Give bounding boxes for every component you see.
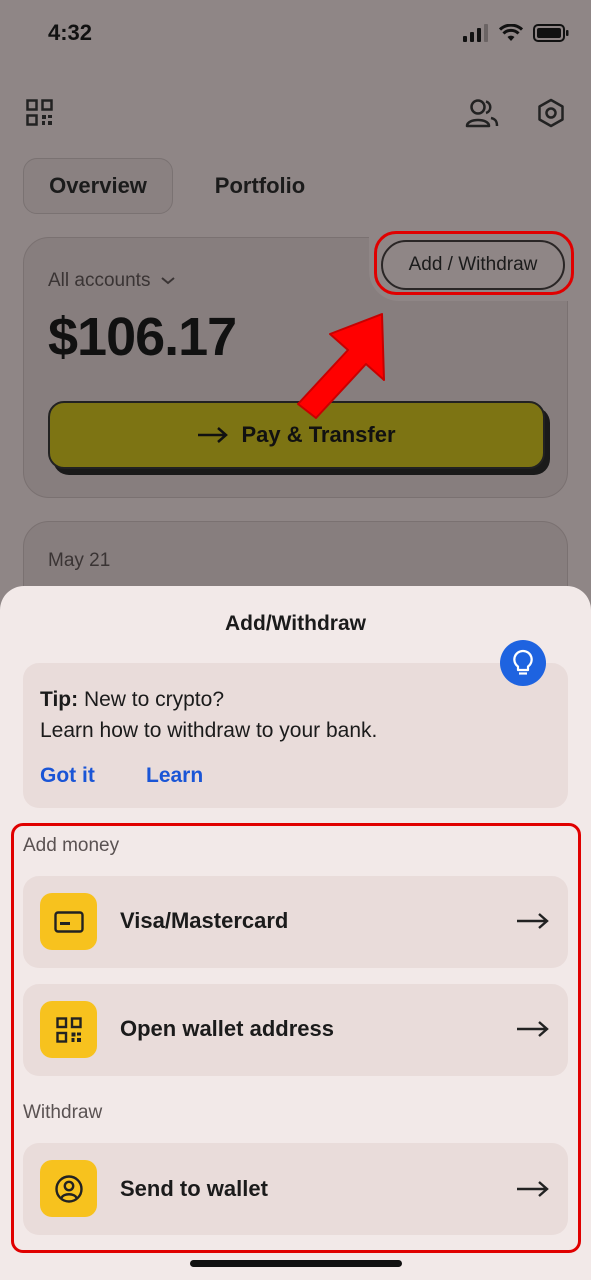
got-it-link[interactable]: Got it	[40, 764, 95, 788]
gear-icon	[538, 98, 564, 128]
pointer-arrow-icon	[297, 313, 385, 419]
tab-overview[interactable]: Overview	[23, 158, 173, 214]
highlight-box	[374, 231, 574, 295]
status-icons	[463, 24, 569, 42]
chevron-down-icon	[161, 277, 176, 285]
qr-icon	[26, 99, 53, 126]
signal-icon	[463, 24, 488, 42]
settings-button[interactable]	[537, 98, 565, 128]
accounts-label: All accounts	[48, 270, 151, 291]
qr-scan-button[interactable]	[26, 99, 53, 126]
activity-date: May 21	[48, 550, 111, 571]
lightbulb-icon	[513, 649, 533, 675]
tip-text: Tip: New to crypto? Learn how to withdra…	[40, 684, 377, 746]
tip-line1: New to crypto?	[78, 688, 225, 711]
sheet-title: Add/Withdraw	[225, 612, 366, 635]
highlight-box	[11, 823, 581, 1253]
contacts-button[interactable]	[465, 98, 499, 128]
tab-portfolio[interactable]: Portfolio	[190, 158, 330, 214]
people-icon	[465, 99, 499, 128]
lightbulb-badge	[500, 640, 546, 686]
battery-icon	[533, 24, 569, 42]
accounts-selector[interactable]: All accounts	[48, 270, 176, 292]
home-indicator	[190, 1260, 402, 1267]
learn-link[interactable]: Learn	[146, 764, 203, 788]
balance-amount: $106.17	[48, 307, 237, 367]
tip-prefix: Tip:	[40, 688, 79, 711]
arrow-right-icon	[198, 427, 229, 443]
status-time: 4:32	[48, 20, 93, 45]
tip-line2: Learn how to withdraw to your bank.	[40, 719, 378, 742]
wifi-icon	[499, 24, 523, 41]
